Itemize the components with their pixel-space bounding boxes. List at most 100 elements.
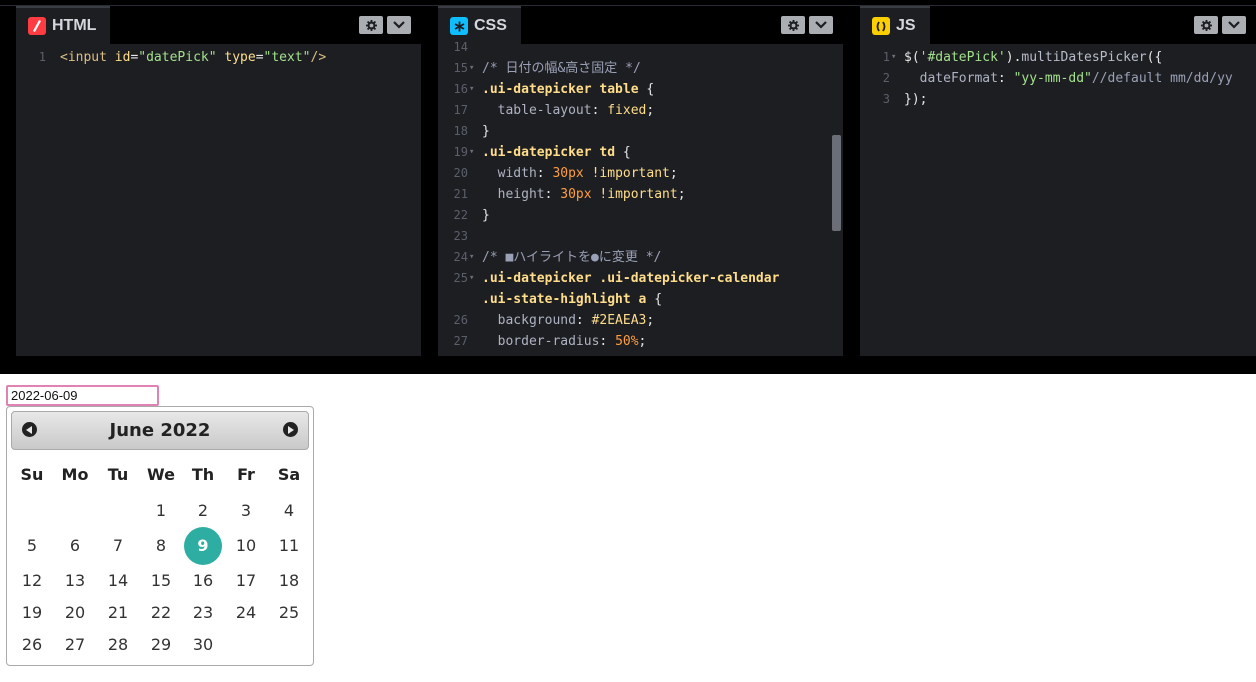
calendar-day[interactable]: 8: [141, 536, 181, 555]
code-text: }: [482, 205, 490, 226]
chevron-down-icon[interactable]: [809, 16, 833, 34]
code-token: ;: [669, 166, 678, 181]
calendar-day[interactable]: 20: [55, 603, 95, 622]
calendar-day[interactable]: 29: [141, 635, 181, 654]
code-line[interactable]: 24 ▾ /* ■ハイライトを●に変更 */: [438, 247, 843, 268]
calendar-day[interactable]: 28: [98, 635, 138, 654]
calendar-day[interactable]: 27: [55, 635, 95, 654]
code-line[interactable]: 2 dateFormat: "yy-mm-dd"//default mm/dd/…: [860, 68, 1256, 89]
js-icon: [872, 17, 890, 35]
calendar-day[interactable]: 21: [98, 603, 138, 622]
css-code[interactable]: 14 15 ▾/* 日付の幅&高さ固定 */16 ▾ .ui-datepicker ta…: [438, 40, 843, 356]
code-text: .ui-datepicker td {: [482, 142, 631, 163]
code-line[interactable]: 20 width: 30px !important;: [438, 163, 843, 184]
code-token: height: [482, 187, 545, 202]
code-token: .ui-datepicker table: [482, 82, 639, 97]
line-number: 3: [882, 92, 890, 106]
calendar-day[interactable]: 30: [183, 635, 223, 654]
calendar-day[interactable]: 14: [98, 571, 138, 590]
editor-resize-bar[interactable]: [0, 356, 1256, 374]
fold-icon[interactable]: ▾: [469, 247, 474, 268]
code-line[interactable]: 14: [438, 37, 843, 58]
line-number: 27: [453, 334, 468, 348]
code-line[interactable]: 16 ▾ .ui-datepicker table {: [438, 79, 843, 100]
code-token: '#datePick': [919, 50, 1006, 65]
code-token: "text": [263, 50, 311, 65]
calendar-day[interactable]: 17: [226, 571, 266, 590]
calendar-day[interactable]: 4: [269, 501, 309, 520]
code-line[interactable]: 21 height: 30px !important;: [438, 184, 843, 205]
calendar-day[interactable]: 25: [269, 603, 309, 622]
calendar-day[interactable]: 11: [269, 536, 309, 555]
calendar-day[interactable]: 12: [12, 571, 52, 590]
code-line[interactable]: 17 table-layout: fixed;: [438, 100, 843, 121]
line-number: 19: [453, 145, 468, 159]
code-token: });: [904, 92, 928, 107]
weekday-label: Tu: [107, 465, 129, 484]
calendar-day[interactable]: 15: [141, 571, 181, 590]
calendar-day[interactable]: 23: [183, 603, 223, 622]
code-text: <input id="datePick" type="text"/>: [60, 47, 326, 68]
html-editor-controls: [359, 16, 411, 34]
code-line[interactable]: 18}: [438, 121, 843, 142]
chevron-down-icon[interactable]: [1222, 16, 1246, 34]
code-token: :: [599, 334, 616, 349]
calendar-day[interactable]: 24: [226, 603, 266, 622]
code-line[interactable]: 19 ▾ .ui-datepicker td {: [438, 142, 843, 163]
code-line[interactable]: .ui-state-highlight a {: [438, 289, 843, 310]
fold-icon[interactable]: ▾: [891, 47, 896, 68]
calendar-day-selected[interactable]: 9: [183, 536, 223, 555]
js-tab[interactable]: JS: [860, 6, 930, 44]
calendar-day[interactable]: 18: [269, 571, 309, 590]
html-tab[interactable]: HTML: [16, 6, 111, 44]
code-line[interactable]: 25 ▾ .ui-datepicker .ui-datepicker-calenda…: [438, 268, 843, 289]
code-token: width: [482, 166, 537, 181]
code-token: dateFormat: [904, 71, 998, 86]
next-month-icon[interactable]: [283, 422, 298, 437]
html-code[interactable]: 1 <input id="datePick" type="text"/>: [16, 44, 421, 356]
code-line[interactable]: 23: [438, 226, 843, 247]
code-token: #2EAEA3: [591, 313, 647, 328]
html-tab-bar: HTML: [16, 6, 421, 44]
calendar-day[interactable]: 6: [55, 536, 95, 555]
code-line[interactable]: 27 border-radius: 50%;: [438, 331, 843, 352]
code-token: }: [482, 124, 490, 139]
chevron-down-icon[interactable]: [387, 16, 411, 34]
date-input[interactable]: [6, 385, 159, 406]
code-text: .ui-state-highlight a {: [482, 289, 662, 310]
fold-icon[interactable]: ▾: [469, 268, 474, 289]
calendar-day[interactable]: 5: [12, 536, 52, 555]
css-scrollbar[interactable]: [832, 135, 841, 231]
gear-icon[interactable]: [359, 16, 383, 34]
calendar-day[interactable]: 7: [98, 536, 138, 555]
code-line[interactable]: 15 ▾ /* 日付の幅&高さ固定 */: [438, 58, 843, 79]
code-token: .ui-state-highlight a: [482, 292, 647, 307]
code-line[interactable]: 26 background: #2EAEA3;: [438, 310, 843, 331]
calendar-day[interactable]: 2: [183, 501, 223, 520]
calendar-day[interactable]: 10: [226, 536, 266, 555]
calendar-day[interactable]: 16: [183, 571, 223, 590]
fold-icon[interactable]: ▾: [469, 142, 474, 163]
calendar-day[interactable]: 3: [226, 501, 266, 520]
calendar-day[interactable]: 26: [12, 635, 52, 654]
fold-icon[interactable]: ▾: [469, 79, 474, 100]
code-token: background: [482, 313, 576, 328]
js-code[interactable]: 1 ▾ $('#datePick').multiDatesPicker({2 dat…: [860, 44, 1256, 356]
gear-icon[interactable]: [1194, 16, 1218, 34]
calendar-day[interactable]: 19: [12, 603, 52, 622]
line-number: 21: [453, 187, 468, 201]
gear-icon[interactable]: [781, 16, 805, 34]
code-token: /* ■ハイライトを●に変更 */: [482, 250, 662, 265]
code-line[interactable]: 3});: [860, 89, 1256, 110]
weekday-label: Fr: [237, 465, 255, 484]
code-line[interactable]: 1 ▾ $('#datePick').multiDatesPicker({: [860, 47, 1256, 68]
calendar-day[interactable]: 13: [55, 571, 95, 590]
fold-icon[interactable]: ▾: [469, 58, 474, 79]
code-line[interactable]: 22}: [438, 205, 843, 226]
code-token: ).: [1005, 50, 1022, 65]
js-tab-bar: JS: [860, 6, 1256, 44]
line-number: 1: [38, 50, 46, 64]
calendar-day[interactable]: 22: [141, 603, 181, 622]
calendar-day[interactable]: 1: [141, 501, 181, 520]
code-line[interactable]: 1 <input id="datePick" type="text"/>: [16, 47, 421, 68]
